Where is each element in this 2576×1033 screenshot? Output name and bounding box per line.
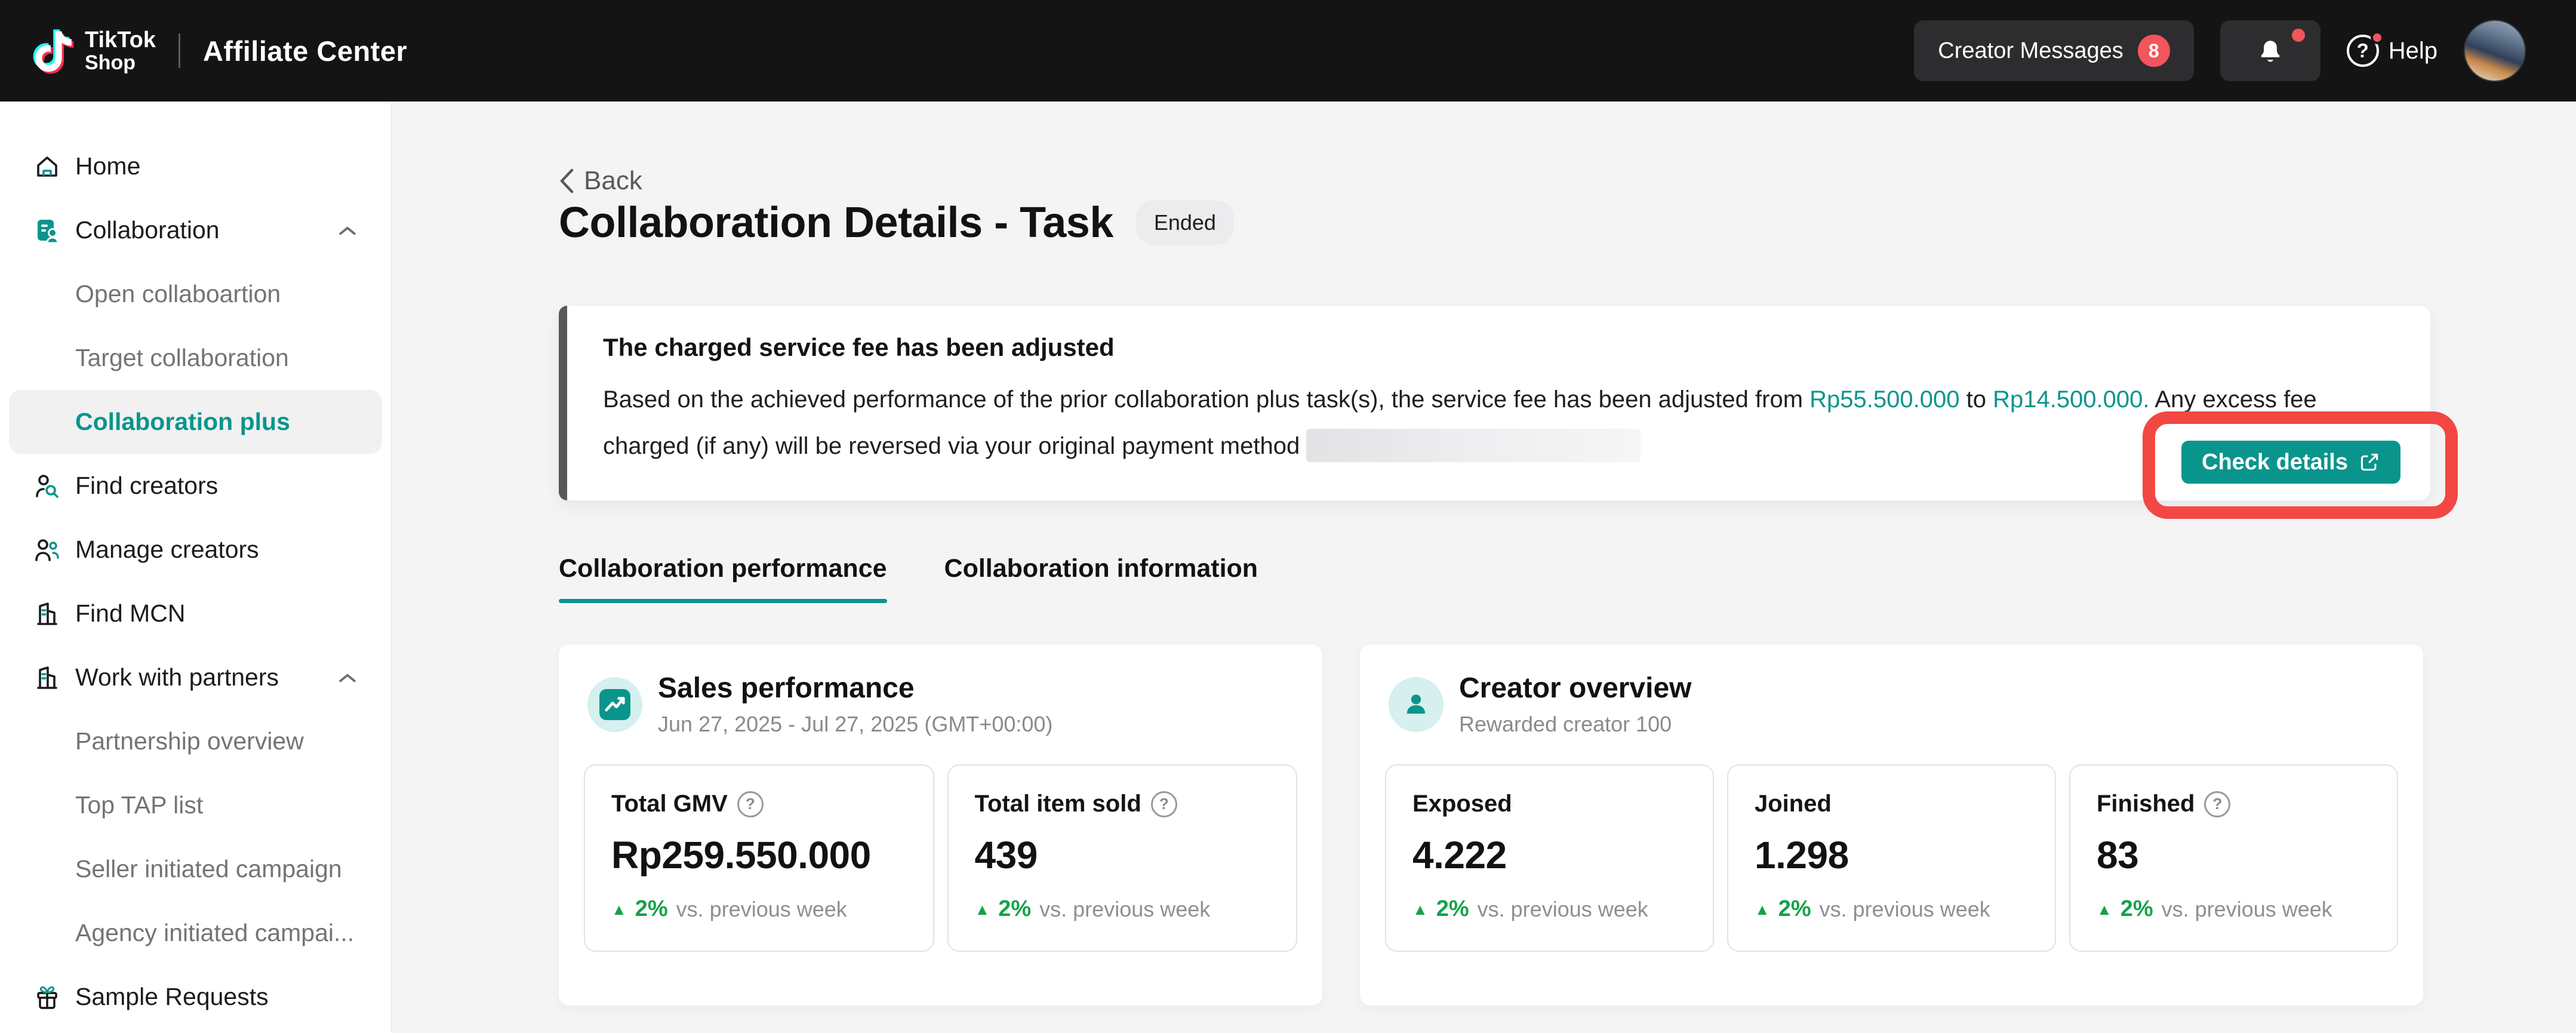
tab-bar: Collaboration performance Collaboration …: [559, 554, 1258, 603]
sidebar-item-home[interactable]: Home: [0, 134, 391, 198]
back-button[interactable]: Back: [559, 166, 642, 196]
logo-block[interactable]: TikTok Shop Affiliate Center: [0, 25, 407, 76]
stat-total-gmv: Total GMV ? Rp259.550.000 2% vs. previou…: [584, 764, 934, 952]
bell-icon: [2255, 35, 2286, 66]
collaboration-icon: [33, 217, 61, 244]
sidebar-item-agency-initiated-campaign[interactable]: Agency initiated campai...: [0, 901, 391, 965]
help-icon: ?: [2347, 35, 2379, 67]
creator-messages-count-badge: 8: [2138, 35, 2170, 67]
total-item-sold-value: 439: [975, 833, 1270, 877]
fee-amount-from: Rp55.500.000: [1809, 386, 1959, 413]
check-details-button[interactable]: Check details: [2181, 441, 2400, 484]
service-fee-notice: The charged service fee has been adjuste…: [559, 306, 2430, 500]
stat-total-item-sold: Total item sold ? 439 2% vs. previous we…: [947, 764, 1298, 952]
sidebar-item-manage-creators[interactable]: Manage creators: [0, 518, 391, 582]
sidebar-item-partnership-overview[interactable]: Partnership overview: [0, 709, 391, 773]
sidebar-item-seller-initiated-campaign[interactable]: Seller initiated campaign: [0, 837, 391, 901]
sales-performance-card: Sales performance Jun 27, 2025 - Jul 27,…: [559, 644, 1322, 1006]
creator-messages-button[interactable]: Creator Messages 8: [1914, 20, 2193, 81]
sales-trend-icon: [587, 677, 642, 732]
exposed-value: 4.222: [1412, 833, 1686, 877]
find-creators-icon: [33, 472, 61, 500]
tab-collaboration-performance[interactable]: Collaboration performance: [559, 554, 887, 603]
page-title: Collaboration Details - Task: [559, 198, 1113, 247]
sidebar-item-work-with-partners[interactable]: Work with partners: [0, 645, 391, 709]
notice-title: The charged service fee has been adjuste…: [603, 333, 2395, 362]
sales-performance-title: Sales performance: [658, 672, 1052, 705]
joined-value: 1.298: [1755, 833, 2029, 877]
chevron-up-icon: [338, 672, 356, 684]
help-tooltip-icon[interactable]: ?: [2204, 791, 2230, 817]
up-triangle-icon: [975, 902, 990, 917]
sidebar-item-sample-requests[interactable]: Sample Requests: [0, 965, 391, 1029]
top-header: TikTok Shop Affiliate Center Creator Mes…: [0, 0, 2576, 102]
total-gmv-value: Rp259.550.000: [611, 833, 907, 877]
creator-overview-card: Creator overview Rewarded creator 100 Ex…: [1360, 644, 2423, 1006]
fee-amount-to: Rp14.500.000.: [1993, 386, 2149, 413]
sidebar-item-find-mcn[interactable]: Find MCN: [0, 582, 391, 645]
up-triangle-icon: [2097, 902, 2112, 917]
help-label: Help: [2389, 38, 2437, 64]
finished-value: 83: [2097, 833, 2371, 877]
notice-body: Based on the achieved performance of the…: [603, 376, 2395, 469]
stat-exposed: Exposed 4.222 2% vs. previous week: [1385, 764, 1714, 952]
help-tooltip-icon[interactable]: ?: [1151, 791, 1177, 817]
sidebar-item-collaboration[interactable]: Collaboration: [0, 198, 391, 262]
sidebar-item-open-collaboration[interactable]: Open collaboartion: [0, 262, 391, 326]
sidebar: Home Collaboration Open collaboartion Ta…: [0, 102, 392, 1033]
chevron-up-icon: [338, 225, 356, 236]
manage-creators-icon: [33, 536, 61, 564]
home-icon: [33, 153, 61, 180]
stat-joined: Joined 1.298 2% vs. previous week: [1727, 764, 2056, 952]
notifications-button[interactable]: [2220, 20, 2320, 81]
sidebar-item-collaboration-plus[interactable]: Collaboration plus: [9, 390, 382, 454]
notification-dot: [2292, 29, 2305, 42]
help-notification-dot: [2371, 31, 2384, 44]
chevron-left-icon: [559, 168, 574, 193]
tiktok-logo-icon: [31, 25, 75, 76]
stat-finished: Finished ? 83 2% vs. previous week: [2069, 764, 2398, 952]
rewarded-creator-count: Rewarded creator 100: [1459, 712, 1692, 737]
avatar[interactable]: [2464, 20, 2526, 82]
sales-date-range: Jun 27, 2025 - Jul 27, 2025 (GMT+00:00): [658, 712, 1052, 737]
tab-collaboration-information[interactable]: Collaboration information: [944, 554, 1258, 603]
up-triangle-icon: [1412, 902, 1428, 917]
header-divider: [178, 33, 180, 68]
sidebar-item-find-creators[interactable]: Find creators: [0, 454, 391, 518]
help-button[interactable]: ? Help: [2347, 35, 2437, 67]
app-title: Affiliate Center: [203, 35, 407, 67]
status-badge: Ended: [1136, 201, 1234, 245]
main-content: Back Collaboration Details - Task Ended …: [392, 102, 2576, 1033]
partners-building-icon: [33, 664, 61, 691]
logo-wordmark: TikTok Shop: [85, 28, 156, 73]
creator-messages-label: Creator Messages: [1938, 38, 2123, 64]
up-triangle-icon: [611, 902, 627, 917]
help-tooltip-icon[interactable]: ?: [737, 791, 764, 817]
sidebar-item-top-tap-list[interactable]: Top TAP list: [0, 773, 391, 837]
external-link-icon: [2359, 451, 2380, 473]
sidebar-item-target-collaboration[interactable]: Target collaboration: [0, 326, 391, 390]
gift-icon: [33, 983, 61, 1011]
up-triangle-icon: [1755, 902, 1770, 917]
redacted-text-block: [1306, 429, 1641, 462]
creator-person-icon: [1389, 677, 1444, 732]
creator-overview-title: Creator overview: [1459, 672, 1692, 705]
building-icon: [33, 600, 61, 628]
